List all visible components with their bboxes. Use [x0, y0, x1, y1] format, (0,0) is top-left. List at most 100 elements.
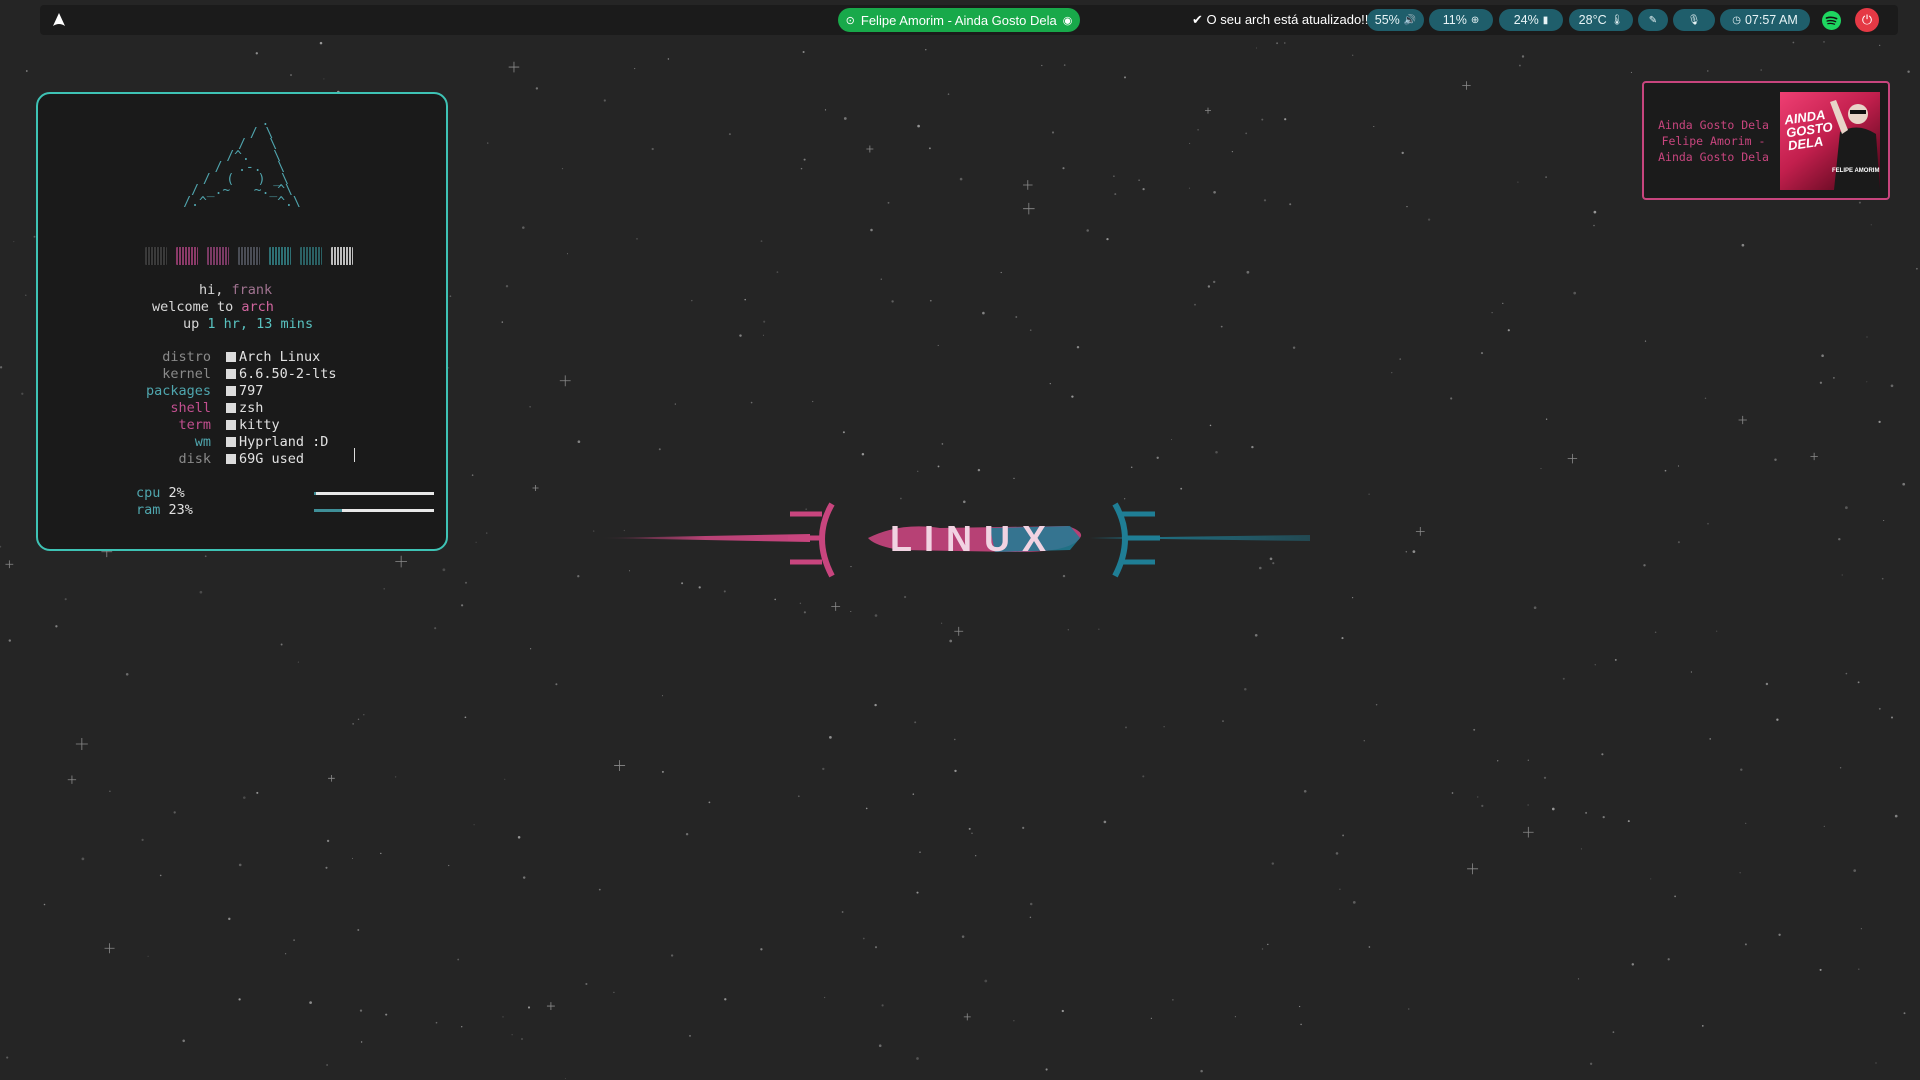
sparkle-star: [1810, 452, 1818, 461]
star: [1368, 493, 1370, 495]
star: [529, 406, 531, 408]
star: [1540, 468, 1542, 470]
color-picker-button[interactable]: ✎: [1638, 9, 1668, 31]
star: [1527, 804, 1529, 806]
uptime-value: 1 hr, 13 mins: [207, 316, 314, 332]
star: [1740, 768, 1743, 771]
star: [1213, 190, 1216, 194]
star: [1300, 1023, 1302, 1026]
star: [975, 855, 977, 857]
star: [435, 1021, 438, 1024]
star: [125, 673, 129, 676]
username: frank: [231, 282, 273, 298]
sparkle-star: [67, 775, 77, 784]
media-player-pill[interactable]: ⊙ Felipe Amorim - Ainda Gosto Dela ◉: [838, 8, 1080, 32]
star: [917, 470, 919, 472]
fetch-terminal-window[interactable]: . / \ / \ /^. \ / .-. \ / ( ) _\ / _.~ ~…: [36, 92, 448, 551]
star: [1255, 47, 1258, 49]
clock-icon: ◷: [1732, 14, 1741, 26]
star: [799, 602, 802, 605]
cpu-icon: ⊕: [1470, 14, 1480, 26]
uptime-line: up 1 hr, 13 mins: [183, 316, 313, 333]
star: [363, 713, 365, 716]
battery-pill[interactable]: 24% ▮: [1499, 9, 1563, 31]
mic-button[interactable]: 🎙: [1673, 9, 1715, 31]
star: [982, 311, 985, 315]
now-playing-title: Ainda Gosto Dela: [1658, 118, 1769, 132]
sparkle-star: [559, 375, 571, 387]
star: [447, 367, 450, 369]
distro-short: arch: [241, 299, 274, 315]
star: [800, 167, 803, 170]
info-value: Arch Linux: [239, 349, 321, 365]
star: [661, 770, 664, 773]
star: [383, 588, 385, 590]
palette-swatch: [238, 247, 260, 265]
star: [8, 639, 11, 642]
power-button[interactable]: ⏻: [1855, 8, 1879, 32]
star: [1271, 862, 1275, 865]
star: [1142, 187, 1145, 191]
star: [1778, 933, 1781, 936]
linux-logo-text: LINUX: [890, 518, 1058, 559]
star: [1029, 902, 1033, 906]
star: [1533, 606, 1537, 609]
info-bullet: [226, 420, 236, 430]
star: [1245, 132, 1248, 135]
sparkle-star: [1523, 826, 1534, 838]
star: [1745, 822, 1747, 825]
info-row-shell: shell zsh: [38, 400, 446, 417]
sparkle-star: [508, 61, 520, 73]
star: [325, 866, 328, 869]
temperature-pill[interactable]: 28°C 🌡: [1569, 9, 1633, 31]
star: [1481, 804, 1484, 808]
battery-icon: ▮: [1542, 14, 1549, 26]
clock-pill[interactable]: ◷ 07:57 AM: [1720, 9, 1810, 31]
sparkle-star: [1738, 415, 1747, 425]
volume-pill[interactable]: 55% 🔊: [1367, 9, 1424, 31]
update-status[interactable]: ✔ O seu arch está atualizado!!!: [1192, 12, 1372, 28]
spotify-button[interactable]: [1822, 11, 1841, 30]
star: [803, 158, 806, 161]
star: [1138, 179, 1140, 181]
star: [280, 643, 283, 646]
now-playing-widget[interactable]: Ainda Gosto Dela Felipe Amorim - Ainda G…: [1642, 81, 1890, 200]
star: [1189, 142, 1191, 144]
star: [914, 721, 917, 724]
star: [1292, 346, 1296, 349]
star: [1551, 807, 1555, 811]
star: [1776, 718, 1779, 721]
star: [1015, 316, 1018, 318]
star: [434, 627, 437, 630]
sparkle-star: [104, 943, 115, 954]
now-playing-line3: Ainda Gosto Dela: [1658, 150, 1769, 164]
star: [824, 109, 827, 111]
arch-logo-icon[interactable]: [50, 11, 68, 29]
star: [1342, 834, 1345, 837]
info-row-distro: distro Arch Linux: [38, 349, 446, 366]
info-bullet: [226, 437, 236, 447]
star: [823, 996, 826, 999]
star: [385, 1013, 388, 1016]
star: [1760, 69, 1763, 71]
star: [1821, 354, 1824, 357]
star: [1222, 720, 1224, 722]
star: [670, 954, 674, 957]
star: [674, 403, 676, 405]
info-bullet: [226, 369, 236, 379]
star: [691, 299, 693, 302]
cpu-pill[interactable]: 11% ⊕: [1429, 9, 1493, 31]
palette-swatch: [176, 247, 198, 265]
star: [1231, 150, 1234, 153]
check-icon: ✔: [1192, 12, 1203, 27]
cpu-usage-fill: [314, 492, 317, 495]
sparkle-star: [395, 555, 407, 568]
palette-swatch: [145, 247, 167, 265]
sparkle-star: [831, 602, 841, 611]
star: [750, 401, 753, 404]
star: [1819, 968, 1822, 971]
star: [1013, 1020, 1015, 1022]
star: [1527, 759, 1529, 761]
star: [1890, 716, 1894, 719]
star: [1907, 70, 1910, 73]
